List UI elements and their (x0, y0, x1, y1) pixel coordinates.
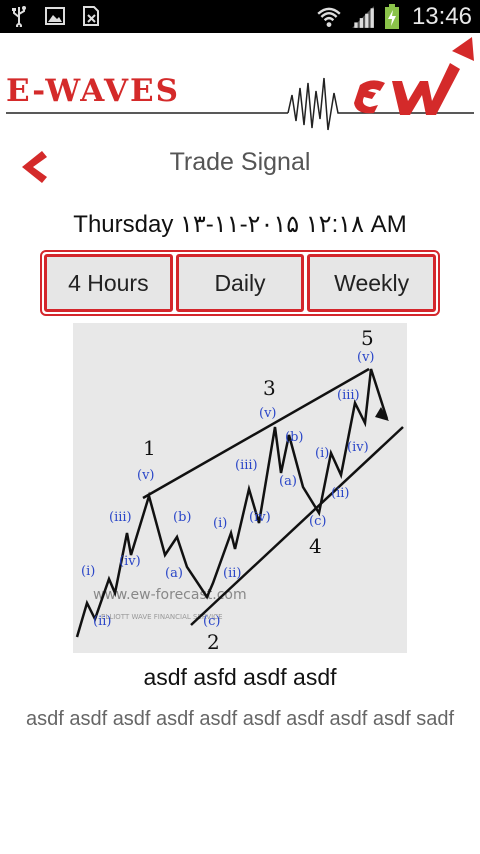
minor-label-iii-3: (iii) (337, 388, 360, 403)
wave-label-4: 4 (309, 534, 322, 558)
minor-label-ii-2: (ii) (223, 566, 241, 581)
tab-4-hours[interactable]: 4 Hours (44, 254, 173, 312)
minor-label-iv: (iv) (119, 554, 141, 569)
minor-label-i-2: (i) (213, 516, 227, 531)
signal-description: asdf asdf asdf asdf asdf asdf asdf asdf … (25, 708, 455, 730)
minor-label-ii-3: (ii) (331, 486, 349, 501)
minor-label-iv-2: (iv) (249, 510, 271, 525)
wave-label-2: 2 (207, 630, 220, 653)
wave-label-1: 1 (143, 436, 156, 460)
logo-text: E-WAVES (6, 73, 181, 109)
page-title: Trade Signal (169, 148, 311, 176)
signal-title: asdf asfd asdf asdf (143, 664, 337, 690)
sim-off-icon (83, 6, 99, 26)
minor-label-a: (a) (165, 566, 183, 581)
minor-label-i: (i) (81, 564, 95, 579)
timeframe-tabs: 4 Hours Daily Weekly (40, 250, 440, 316)
minor-label-iii-2: (iii) (235, 458, 258, 473)
battery-charging-icon (384, 3, 399, 29)
signal-icon (352, 5, 374, 28)
tab-daily[interactable]: Daily (175, 254, 305, 312)
minor-label-b-2: (b) (285, 430, 303, 445)
minor-label-b: (b) (173, 510, 191, 525)
minor-label-a-2: (a) (279, 474, 297, 489)
notification-icons (8, 5, 102, 27)
minor-label-v: (v) (137, 468, 155, 483)
minor-label-c: (c) (203, 614, 220, 629)
minor-label-v-3: (v) (357, 350, 375, 365)
app-header: E-WAVES (0, 33, 480, 133)
elliott-wave-chart-image: www.ew-forecast.com ELLIOTT WAVE FINANCI… (73, 323, 407, 653)
minor-label-c-2: (c) (309, 514, 326, 529)
tab-weekly[interactable]: Weekly (307, 254, 437, 312)
wave-label-5: 5 (361, 326, 374, 350)
minor-label-i-3: (i) (315, 446, 329, 461)
wave-label-3: 3 (263, 376, 276, 400)
signal-datetime: Thursday ۱۳-۱۱-۲۰۱۵ ۱۲:۱۸ AM (73, 211, 407, 238)
status-bar: 13:46 (0, 0, 480, 33)
minor-label-iv-3: (iv) (347, 440, 369, 455)
status-clock: 13:46 (411, 2, 472, 30)
system-icons: 13:46 (316, 0, 472, 33)
image-icon (45, 7, 65, 25)
minor-label-ii: (ii) (93, 614, 111, 629)
minor-label-iii: (iii) (109, 510, 132, 525)
usb-icon (12, 6, 26, 27)
minor-label-v-2: (v) (259, 406, 277, 421)
wifi-icon (317, 7, 341, 27)
